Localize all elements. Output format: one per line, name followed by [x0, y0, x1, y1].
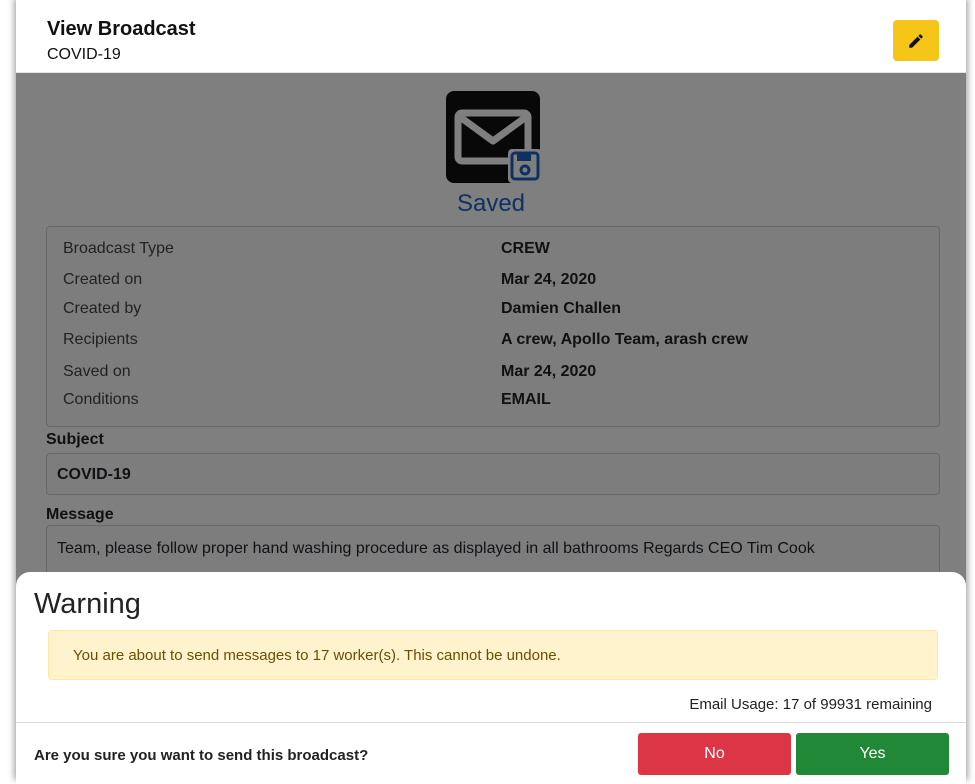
message-label: Message: [46, 506, 114, 523]
email-usage: Email Usage: 17 of 99931 remaining: [689, 696, 932, 713]
info-value: A crew, Apollo Team, arash crew: [501, 331, 748, 348]
info-value: CREW: [501, 240, 550, 257]
yes-button[interactable]: Yes: [796, 733, 949, 775]
page-subtitle: COVID-19: [47, 46, 121, 63]
info-row: Saved on Mar 24, 2020: [47, 358, 941, 386]
info-value: Mar 24, 2020: [501, 271, 597, 288]
info-label: Created by: [63, 300, 142, 317]
info-label: Recipients: [63, 331, 138, 348]
confirm-question: Are you sure you want to send this broad…: [34, 747, 369, 764]
confirm-dialog: Warning You are about to send messages t…: [16, 572, 966, 784]
info-row: Recipients A crew, Apollo Team, arash cr…: [47, 326, 941, 354]
subject-label: Subject: [46, 431, 104, 448]
info-value: Damien Challen: [501, 300, 622, 317]
info-panel: Broadcast Type CREW Created on Mar 24, 2…: [46, 226, 940, 427]
info-label: Created on: [63, 271, 143, 288]
info-value: EMAIL: [501, 391, 551, 408]
envelope-save-icon: [446, 91, 542, 183]
page-title: View Broadcast: [47, 18, 196, 40]
info-value: Mar 24, 2020: [501, 363, 597, 380]
status-label: Saved: [456, 190, 526, 217]
info-row: Conditions EMAIL: [47, 386, 941, 414]
info-row: Created by Damien Challen: [47, 295, 941, 323]
dialog-footer: Are you sure you want to send this broad…: [16, 722, 966, 784]
page-header: View Broadcast COVID-19: [16, 0, 966, 73]
edit-button[interactable]: [893, 20, 939, 61]
no-button[interactable]: No: [638, 733, 791, 775]
dialog-title: Warning: [34, 588, 141, 620]
info-row: Created on Mar 24, 2020: [47, 266, 941, 294]
info-label: Saved on: [63, 363, 131, 380]
pencil-icon: [909, 33, 923, 48]
subject-field: COVID-19: [46, 453, 940, 495]
info-label: Conditions: [63, 391, 139, 408]
info-row: Broadcast Type CREW: [47, 235, 941, 263]
info-label: Broadcast Type: [63, 240, 174, 257]
warning-alert: You are about to send messages to 17 wor…: [48, 630, 938, 680]
